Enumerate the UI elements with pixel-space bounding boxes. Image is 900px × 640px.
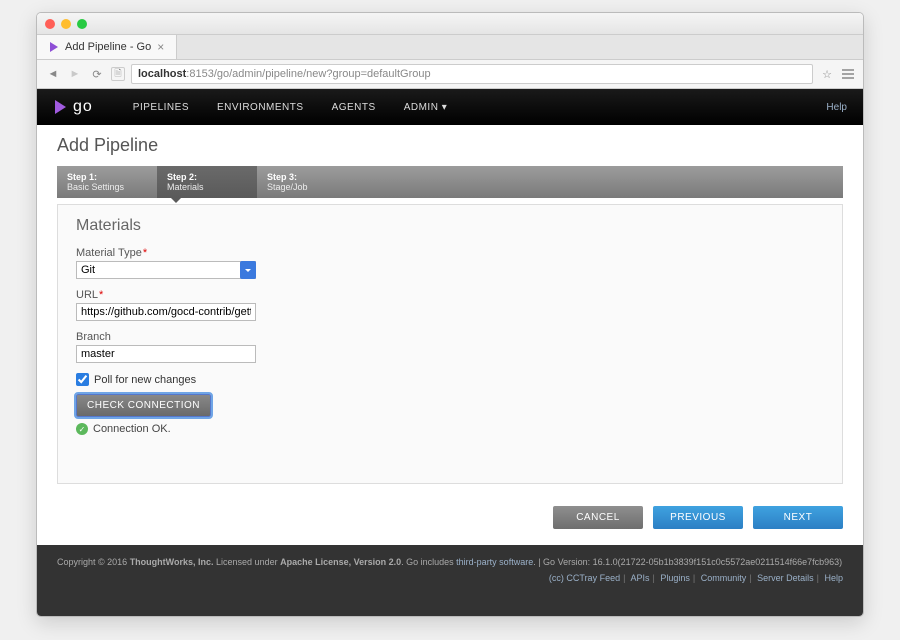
url-label: URL: [76, 289, 824, 301]
page-title: Add Pipeline: [37, 125, 863, 166]
reload-icon[interactable]: ⟳: [89, 66, 105, 82]
branch-input[interactable]: [76, 345, 256, 363]
browser-address-bar: ◄ ► ⟳ 🗎 localhost:8153/go/admin/pipeline…: [37, 60, 863, 89]
plugins-link[interactable]: Plugins: [660, 573, 690, 583]
close-window-icon[interactable]: [45, 19, 55, 29]
previous-button[interactable]: PREVIOUS: [653, 506, 743, 529]
main-nav: PIPELINES ENVIRONMENTS AGENTS ADMIN ▾: [133, 102, 447, 113]
third-party-link[interactable]: third-party software: [456, 557, 533, 567]
server-details-link[interactable]: Server Details: [757, 573, 814, 583]
hamburger-menu-icon[interactable]: [841, 67, 855, 81]
wizard-step-stage-job[interactable]: Step 3: Stage/Job: [257, 166, 357, 198]
app-footer: Copyright © 2016 ThoughtWorks, Inc. Lice…: [37, 545, 863, 616]
go-logo-icon: [53, 100, 67, 114]
browser-tab[interactable]: Add Pipeline - Go ×: [37, 35, 177, 59]
content-area: Add Pipeline Step 1: Basic Settings Step…: [37, 125, 863, 616]
tab-title: Add Pipeline - Go: [65, 41, 151, 53]
browser-tabbar: Add Pipeline - Go ×: [37, 35, 863, 60]
connection-status: ✓ Connection OK.: [76, 423, 824, 435]
success-icon: ✓: [76, 423, 88, 435]
browser-window: Add Pipeline - Go × ◄ ► ⟳ 🗎 localhost:81…: [36, 12, 864, 617]
material-type-select[interactable]: [76, 261, 256, 279]
poll-checkbox[interactable]: [76, 373, 89, 386]
apis-link[interactable]: APIs: [630, 573, 649, 583]
dropdown-arrow-icon[interactable]: [240, 261, 256, 279]
branch-label: Branch: [76, 331, 824, 343]
nav-help[interactable]: Help: [826, 102, 847, 113]
nav-agents[interactable]: AGENTS: [332, 102, 376, 113]
back-icon[interactable]: ◄: [45, 66, 61, 82]
wizard-step-basic-settings[interactable]: Step 1: Basic Settings: [57, 166, 157, 198]
url-input[interactable]: [76, 303, 256, 321]
forward-icon[interactable]: ►: [67, 66, 83, 82]
mac-titlebar: [37, 13, 863, 35]
cctray-link[interactable]: (cc) CCTray Feed: [549, 573, 620, 583]
wizard-steps: Step 1: Basic Settings Step 2: Materials…: [57, 166, 843, 198]
materials-panel: Materials Material Type URL Branch Poll …: [57, 204, 843, 484]
bookmark-icon[interactable]: ☆: [819, 66, 835, 82]
maximize-window-icon[interactable]: [77, 19, 87, 29]
community-link[interactable]: Community: [701, 573, 747, 583]
wizard-step-materials[interactable]: Step 2: Materials: [157, 166, 257, 198]
nav-admin[interactable]: ADMIN ▾: [404, 102, 448, 113]
go-favicon-icon: [49, 42, 59, 52]
footer-help-link[interactable]: Help: [824, 573, 843, 583]
minimize-window-icon[interactable]: [61, 19, 71, 29]
go-logo[interactable]: go: [53, 98, 93, 116]
cancel-button[interactable]: CANCEL: [553, 506, 643, 529]
material-type-label: Material Type: [76, 247, 824, 259]
check-connection-button[interactable]: CHECK CONNECTION: [76, 394, 211, 417]
close-tab-icon[interactable]: ×: [157, 40, 164, 54]
nav-environments[interactable]: ENVIRONMENTS: [217, 102, 304, 113]
section-title: Materials: [76, 217, 824, 235]
url-input[interactable]: localhost:8153/go/admin/pipeline/new?gro…: [131, 64, 813, 84]
next-button[interactable]: NEXT: [753, 506, 843, 529]
poll-label: Poll for new changes: [94, 374, 196, 386]
wizard-actions: CANCEL PREVIOUS NEXT: [37, 496, 863, 545]
nav-pipelines[interactable]: PIPELINES: [133, 102, 189, 113]
app-header: go PIPELINES ENVIRONMENTS AGENTS ADMIN ▾…: [37, 89, 863, 125]
page-info-icon[interactable]: 🗎: [111, 67, 125, 81]
